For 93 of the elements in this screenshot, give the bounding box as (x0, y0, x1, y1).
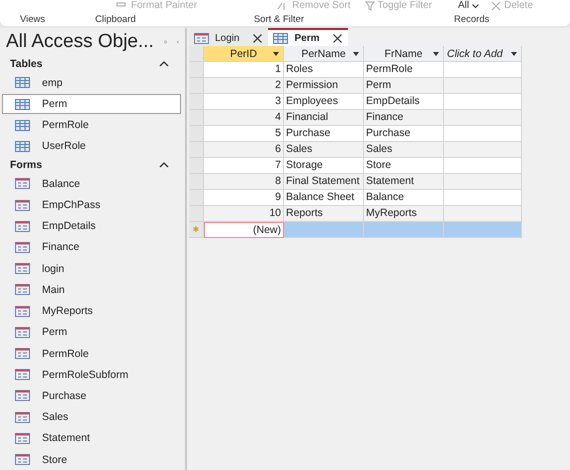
nav-item[interactable]: login (2, 259, 181, 278)
form-icon (15, 390, 30, 402)
table-cell: Statement (364, 174, 444, 190)
row-selector[interactable] (189, 206, 204, 222)
nav-item[interactable]: UserRole (2, 136, 181, 156)
nav-item[interactable]: emp (2, 73, 181, 92)
table-cell: Perm (364, 78, 444, 94)
form-icon (15, 178, 30, 190)
ribbon-group-label: Clipboard (95, 14, 136, 24)
row-selector[interactable] (189, 78, 204, 94)
row-selector[interactable] (189, 142, 204, 158)
nav-item[interactable]: EmpDetails (2, 216, 181, 236)
ribbon-group-label: Records (454, 14, 490, 24)
form-icon (15, 306, 30, 317)
new-record-cell[interactable] (284, 222, 364, 238)
nav-item[interactable]: PermRole (2, 344, 181, 364)
ribbon-group-label: Sort & Filter (254, 14, 304, 24)
new-record-cell[interactable] (364, 222, 444, 238)
table-cell: 2 (204, 78, 284, 94)
ribbon-command[interactable]: All (458, 0, 480, 12)
nav-item[interactable]: Main (2, 280, 181, 300)
chevron-icon[interactable] (159, 162, 169, 168)
filter-icon (364, 1, 374, 11)
nav-item[interactable]: PermRoleSubform (2, 365, 181, 384)
form-icon (15, 200, 30, 211)
form-icon (15, 454, 30, 466)
nav-item[interactable]: Statement (2, 428, 181, 448)
close-icon[interactable] (253, 34, 262, 42)
nav-section-header[interactable]: Tables (10, 58, 42, 70)
form-icon (15, 369, 30, 380)
close-icon[interactable] (333, 34, 342, 42)
form-icon (15, 263, 30, 274)
form-icon (15, 284, 30, 296)
nav-item[interactable]: Sales (2, 408, 181, 427)
form-icon (15, 326, 30, 338)
nav-item[interactable]: MyReports (2, 302, 181, 321)
table-cell: 10 (204, 206, 284, 222)
row-selector[interactable] (189, 94, 204, 110)
nav-item[interactable]: Store (2, 450, 181, 470)
table-cell: Reports (284, 206, 364, 222)
column-header[interactable]: Click to Add (444, 46, 522, 62)
caret-icon[interactable] (273, 52, 279, 56)
row-selector[interactable] (189, 158, 204, 174)
nav-item[interactable]: Balance (2, 174, 181, 194)
form-icon (15, 432, 30, 444)
table-cell: Financial (284, 110, 364, 126)
form-icon (15, 242, 30, 253)
nav-item[interactable]: Perm (2, 322, 181, 342)
caret-icon (472, 4, 480, 8)
row-selector[interactable] (189, 110, 204, 126)
form-icon (15, 412, 30, 423)
column-header[interactable]: FrName (364, 46, 444, 62)
table-icon (273, 32, 288, 44)
table-icon (15, 77, 30, 88)
column-header[interactable]: PerID (204, 46, 284, 62)
form-icon (194, 32, 209, 44)
ribbon-group-label: Views (20, 14, 46, 24)
table-icon (15, 98, 30, 110)
form-icon (15, 348, 30, 359)
table-icon (15, 120, 30, 131)
new-record-cell[interactable] (444, 222, 522, 238)
caret-icon[interactable] (511, 52, 517, 56)
nav-item[interactable]: Perm (2, 94, 181, 114)
row-selector[interactable] (189, 174, 204, 190)
table-cell: Permission (284, 78, 364, 94)
caret-icon[interactable] (353, 52, 359, 56)
table-cell: 4 (204, 110, 284, 126)
table-cell: Sales (364, 142, 444, 158)
nav-item[interactable]: PermRole (2, 116, 181, 135)
column-header[interactable]: PerName (284, 46, 364, 62)
table-cell: 6 (204, 142, 284, 158)
table-cell: Sales (284, 142, 364, 158)
document-tab[interactable]: Login (189, 28, 268, 46)
new-record-cell[interactable]: (New) (204, 222, 284, 238)
row-selector[interactable] (189, 62, 204, 78)
table-cell: MyReports (364, 206, 444, 222)
caret-icon[interactable] (433, 52, 439, 56)
document-tab[interactable]: Perm (268, 28, 348, 46)
nav-item[interactable]: EmpChPass (2, 195, 181, 215)
select-all-corner[interactable] (189, 46, 204, 62)
nav-section-header[interactable]: Forms (10, 159, 42, 172)
table-cell: Finance (364, 110, 444, 126)
table-icon (15, 140, 30, 152)
table-cell: Final Statement (284, 174, 364, 190)
form-icon (15, 220, 30, 232)
nav-pane-title: All Access Obje... (6, 30, 154, 52)
chevron-icon[interactable] (159, 61, 169, 68)
nav-item[interactable]: Purchase (2, 386, 181, 406)
nav-item[interactable]: Finance (2, 238, 181, 258)
row-selector[interactable] (189, 190, 204, 206)
row-selector[interactable] (189, 126, 204, 142)
delete-icon (491, 1, 502, 11)
table-cell: 8 (204, 174, 284, 190)
